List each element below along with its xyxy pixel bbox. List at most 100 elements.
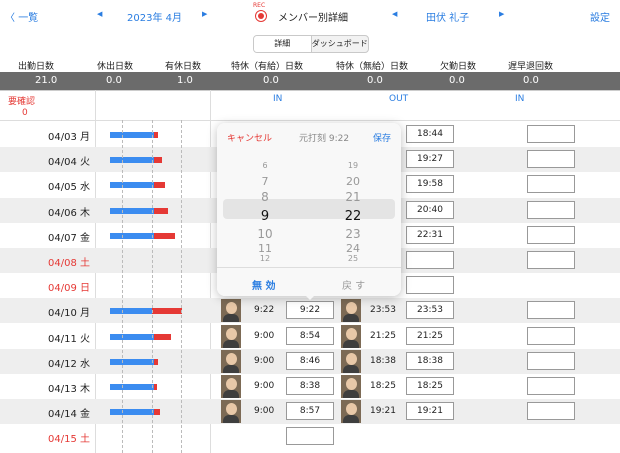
in-photo[interactable] xyxy=(221,299,241,323)
out-photo[interactable] xyxy=(341,375,361,398)
in2-time-field[interactable] xyxy=(527,150,575,169)
row-date: 04/04 火 xyxy=(48,157,90,169)
picker-option[interactable]: 21 xyxy=(333,190,373,204)
in2-time-field[interactable] xyxy=(527,225,575,244)
in2-time-field[interactable] xyxy=(527,175,575,194)
out-time-field[interactable]: 20:40 xyxy=(406,200,454,219)
original-time-label: 元打刻 9:22 xyxy=(299,134,350,144)
time-edit-popover: キャンセル 元打刻 9:22 保存 6 7 8 9 10 11 12 19 20 21 22 23 2… xyxy=(217,123,401,300)
prev-member-button[interactable]: ◀ xyxy=(392,10,397,18)
out-time: 18:25 xyxy=(370,381,396,391)
tab-dashboard[interactable]: ダッシュボード xyxy=(312,36,369,52)
in-time-field[interactable] xyxy=(286,427,334,446)
in-photo[interactable] xyxy=(221,324,241,348)
overtime-bar xyxy=(154,207,168,214)
overtime-bar xyxy=(154,358,158,365)
stat-value: 21.0 xyxy=(35,75,58,86)
out-time-field[interactable]: 18:38 xyxy=(406,351,454,370)
invalidate-button[interactable]: 無 効 xyxy=(252,277,275,292)
view-segmented-control: 詳細 ダッシュボード xyxy=(253,35,369,53)
out-time-field[interactable]: 19:21 xyxy=(406,402,454,421)
back-button[interactable]: 〈 一覧 xyxy=(5,9,38,24)
divider xyxy=(217,267,401,268)
row-date: 04/15 土 xyxy=(48,434,90,446)
row-date: 04/05 水 xyxy=(48,182,90,194)
top-bar: 〈 一覧 ◀ 2023年 4月 ▶ REC メンバー別詳細 ◀ 田伏 礼子 ▶ … xyxy=(0,0,620,30)
work-bar xyxy=(110,409,154,416)
picker-option[interactable]: 9 xyxy=(245,209,285,224)
in-photo[interactable] xyxy=(221,349,241,373)
record-icon[interactable] xyxy=(255,10,267,22)
stat-header: 特休（有給）日数 xyxy=(231,62,304,72)
in-header: IN xyxy=(273,94,283,104)
in-time-field[interactable]: 8:38 xyxy=(286,377,334,395)
stat-header: 有休日数 xyxy=(165,62,202,72)
work-bar xyxy=(110,232,154,239)
picker-option[interactable]: 20 xyxy=(333,175,373,188)
in2-time-field[interactable] xyxy=(527,377,575,395)
out-time-field[interactable]: 19:58 xyxy=(406,175,454,194)
out-photo[interactable] xyxy=(341,349,361,373)
out-photo[interactable] xyxy=(341,400,361,424)
in-photo[interactable] xyxy=(221,375,241,398)
picker-option[interactable]: 25 xyxy=(333,254,373,263)
out-time-field[interactable] xyxy=(406,276,454,295)
picker-option[interactable]: 10 xyxy=(245,227,285,241)
settings-button[interactable]: 設定 xyxy=(590,9,610,24)
next-month-button[interactable]: ▶ xyxy=(202,10,207,18)
out-photo[interactable] xyxy=(341,324,361,348)
in2-time-field[interactable] xyxy=(527,301,575,320)
next-member-button[interactable]: ▶ xyxy=(499,10,504,18)
in2-time-field[interactable] xyxy=(527,251,575,269)
out-time-field[interactable]: 19:27 xyxy=(406,150,454,169)
overtime-bar xyxy=(152,308,182,315)
in2-time-field[interactable] xyxy=(527,200,575,219)
in-photo[interactable] xyxy=(221,400,241,424)
picker-option[interactable]: 23 xyxy=(333,227,373,241)
in2-time-field[interactable] xyxy=(527,326,575,345)
work-bar xyxy=(110,358,154,365)
out-time-field[interactable]: 18:44 xyxy=(406,125,454,143)
row-date: 04/08 土 xyxy=(48,258,90,269)
in2-header: IN xyxy=(515,94,525,104)
tab-detail[interactable]: 詳細 xyxy=(254,36,312,52)
out-photo[interactable] xyxy=(341,299,361,323)
stat-value: 0.0 xyxy=(523,75,539,86)
restore-button[interactable]: 戻 す xyxy=(342,277,365,292)
out-time: 18:38 xyxy=(370,355,396,366)
table-row: 04/10 月 9:22 9:22 23:53 23:53 xyxy=(0,298,620,324)
stat-value: 1.0 xyxy=(177,75,193,86)
out-time-field[interactable]: 22:31 xyxy=(406,225,454,244)
picker-option[interactable]: 8 xyxy=(245,190,285,204)
out-time-field[interactable]: 23:53 xyxy=(406,301,454,320)
in-time-field[interactable]: 8:54 xyxy=(286,326,334,345)
in2-time-field[interactable] xyxy=(527,402,575,421)
overtime-bar xyxy=(154,157,162,164)
in2-time-field[interactable] xyxy=(527,125,575,143)
in-time-field[interactable]: 8:46 xyxy=(286,351,334,370)
in-time-field[interactable]: 9:22 xyxy=(286,301,334,320)
picker-option[interactable]: 22 xyxy=(333,209,373,224)
prev-month-button[interactable]: ◀ xyxy=(97,10,102,18)
stats-header: 出勤日数 休出日数 有休日数 特休（有給）日数 特休（無給）日数 欠勤日数 遅早… xyxy=(0,58,620,72)
row-date: 04/14 金 xyxy=(48,409,90,421)
in2-time-field[interactable] xyxy=(527,351,575,370)
save-button[interactable]: 保存 xyxy=(373,131,391,144)
stat-value: 0.0 xyxy=(367,75,383,86)
stat-header: 遅早退回数 xyxy=(508,62,554,72)
overtime-bar xyxy=(154,182,165,189)
out-time-field[interactable]: 21:25 xyxy=(406,326,454,345)
out-time-field[interactable]: 18:25 xyxy=(406,377,454,395)
picker-option[interactable]: 12 xyxy=(245,254,285,263)
out-time: 21:25 xyxy=(370,330,396,341)
picker-option[interactable]: 19 xyxy=(333,161,373,170)
stat-header: 出勤日数 xyxy=(18,62,55,72)
in-time-field[interactable]: 8:57 xyxy=(286,402,334,421)
picker-option[interactable]: 7 xyxy=(245,175,285,188)
work-bar xyxy=(110,308,152,315)
picker-option[interactable]: 6 xyxy=(245,161,285,170)
out-time-field[interactable] xyxy=(406,251,454,269)
rec-label: REC xyxy=(253,2,266,9)
cancel-button[interactable]: キャンセル xyxy=(227,131,272,144)
work-bar xyxy=(110,132,154,138)
